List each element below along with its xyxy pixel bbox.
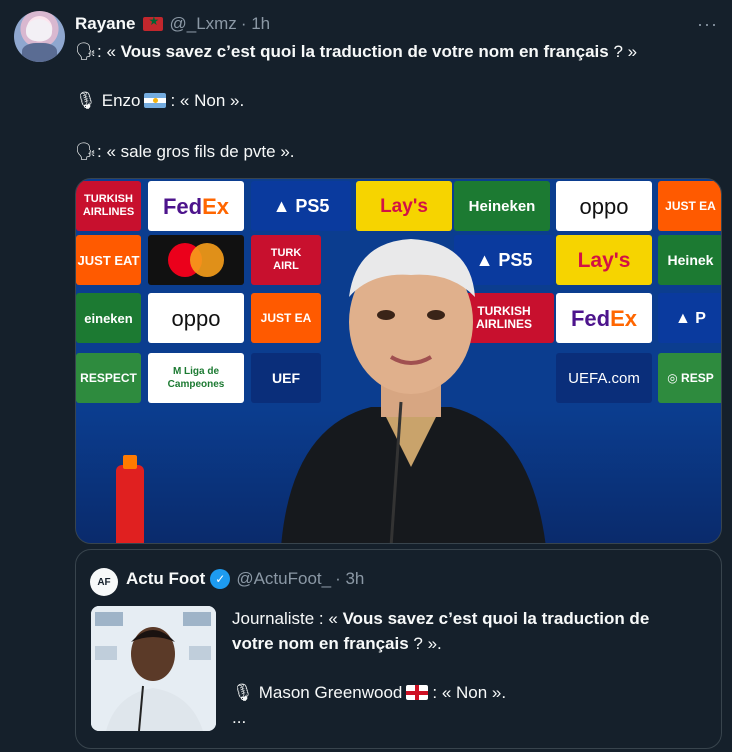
flag-morocco-icon [143, 14, 164, 31]
quoted-display-name[interactable]: Actu Foot [126, 569, 205, 589]
quoted-handle[interactable]: @ActuFoot_ [236, 569, 331, 589]
quoted-line-1: Journaliste : « Vous savez c’est quoi la… [232, 609, 650, 628]
user-handle[interactable]: @_Lxmz [169, 14, 236, 34]
user-avatar[interactable] [14, 11, 65, 62]
quoted-tweet[interactable]: AF Actu Foot ✓ @ActuFoot_ · 3h Journalis… [75, 549, 722, 749]
speaking-head-icon: 🗣 [75, 42, 97, 61]
tweet-line-2: 🎙 Enzo: « Non ». [75, 91, 245, 110]
tweet-line-1: 🗣: « Vous savez c’est quoi la traduction… [75, 42, 638, 61]
quoted-timestamp[interactable]: · 3h [335, 569, 364, 589]
tweet-line-3: 🗣: « sale gros fils de pvte ». [75, 142, 295, 161]
display-name[interactable]: Rayane [75, 14, 135, 34]
studio-microphone-icon: 🎙 [75, 91, 97, 110]
quoted-line-4: ... [232, 708, 247, 727]
tweet-header: Rayane @_Lxmz · 1h [75, 13, 270, 35]
player-figure [281, 239, 546, 543]
more-options-icon[interactable]: ··· [697, 14, 718, 35]
tweet-timestamp[interactable]: · 1h [241, 14, 270, 34]
quoted-line-3: 🎙 Mason Greenwood: « Non ». [232, 680, 506, 705]
flag-england-icon [406, 685, 429, 700]
quoted-line-2: votre nom en français ? ». [232, 634, 442, 653]
quoted-avatar[interactable]: AF [90, 568, 118, 596]
tweet-media-image[interactable]: TURKISH AIRLINES Fed Ex ▲ PS5 Lay's Heinek… [75, 178, 722, 544]
speaking-head-icon: 🗣 [75, 142, 97, 161]
quoted-media-thumbnail[interactable] [91, 606, 216, 731]
quoted-header: Actu Foot ✓ @ActuFoot_ · 3h [126, 569, 364, 589]
studio-microphone-icon: 🎙 [232, 683, 254, 702]
verified-badge-icon: ✓ [210, 569, 231, 589]
flag-argentina-icon [144, 93, 167, 108]
